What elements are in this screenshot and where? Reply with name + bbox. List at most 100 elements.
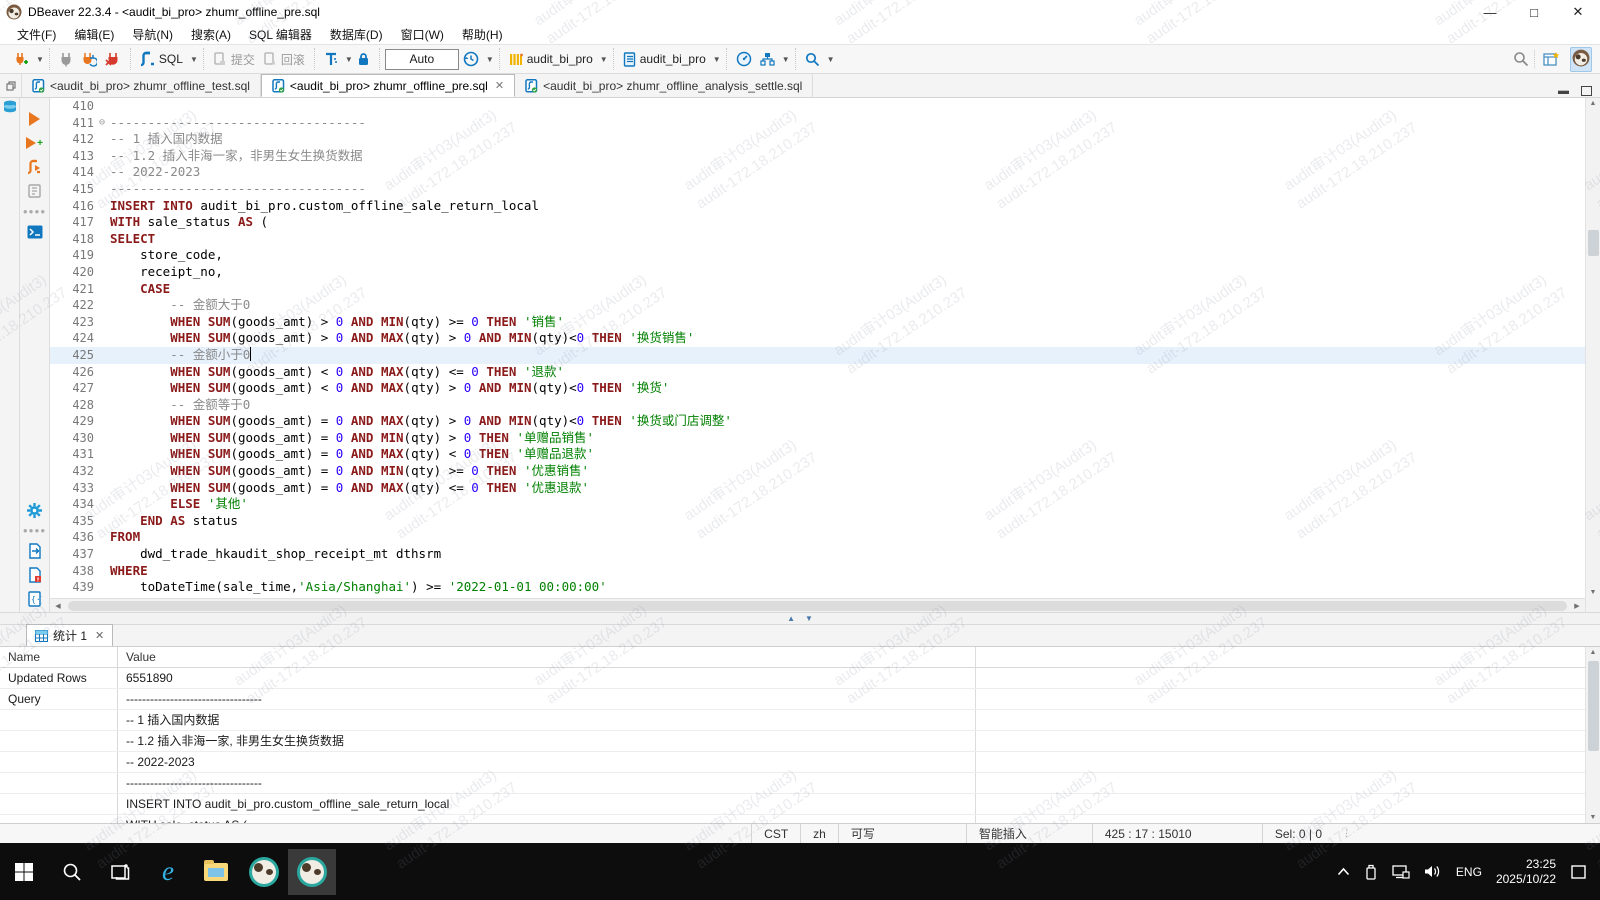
commit-button[interactable]: 提交 — [210, 49, 258, 70]
minimize-editor-icon[interactable]: ▬ — [1558, 85, 1569, 97]
toolbar-grip[interactable]: ●●●● — [23, 207, 46, 216]
database-navigator-icon[interactable] — [2, 100, 18, 114]
tray-chevron-up-icon[interactable] — [1337, 867, 1350, 876]
menu-item-0[interactable]: 文件(F) — [8, 24, 65, 45]
action-center-icon[interactable] — [1570, 864, 1588, 880]
statistics-row-4[interactable]: -- 2022-2023 — [0, 752, 1585, 773]
volume-icon[interactable] — [1424, 864, 1442, 879]
scroll-left-icon[interactable]: ◀ — [50, 602, 66, 610]
new-connection-button[interactable] — [10, 49, 32, 69]
connect-button[interactable] — [56, 50, 76, 69]
active-connection-dropdown-arrow[interactable]: ▼ — [600, 55, 608, 64]
code-line-412[interactable]: 412-- 1 插入国内数据 — [50, 131, 1585, 148]
code-line-431[interactable]: 431 WHEN SUM(goods_amt) = 0 AND MAX(qty)… — [50, 446, 1585, 463]
statistics-row-7[interactable]: WITH sale_status AS ( — [0, 815, 1585, 823]
statistics-row-6[interactable]: INSERT INTO audit_bi_pro.custom_offline_… — [0, 794, 1585, 815]
execute-script-button[interactable] — [20, 156, 49, 178]
internet-explorer-button[interactable]: e — [144, 849, 192, 895]
connection-dropdown-arrow[interactable]: ▼ — [36, 55, 44, 64]
validate-script-button[interactable] — [20, 564, 49, 586]
commit-mode-button[interactable] — [757, 50, 778, 69]
code-line-429[interactable]: 429 WHEN SUM(goods_amt) = 0 AND MAX(qty)… — [50, 413, 1585, 430]
statistics-row-2[interactable]: -- 1 插入国内数据 — [0, 710, 1585, 731]
transaction-log-button[interactable] — [321, 50, 341, 69]
code-line-417[interactable]: 417WITH sale_status AS ( — [50, 214, 1585, 231]
status-language[interactable]: zh — [800, 824, 838, 843]
status-timezone[interactable]: CST — [751, 824, 800, 843]
minimize-window-button[interactable]: — — [1468, 0, 1512, 24]
code-line-416[interactable]: 416INSERT INTO audit_bi_pro.custom_offli… — [50, 198, 1585, 215]
column-header-value[interactable]: Value — [118, 647, 976, 667]
close-statistics-tab-icon[interactable]: ✕ — [95, 629, 104, 642]
sql-editor-dropdown-arrow[interactable]: ▼ — [190, 55, 198, 64]
results-scroll-up-icon[interactable]: ▲ — [1586, 649, 1600, 656]
status-caret-position[interactable]: 425 : 17 : 15010 — [1092, 824, 1262, 843]
editor-results-sash[interactable]: ▲ ▼ — [0, 612, 1600, 625]
toolbar-search-button[interactable] — [802, 50, 823, 69]
code-line-427[interactable]: 427 WHEN SUM(goods_amt) < 0 AND MAX(qty)… — [50, 380, 1585, 397]
export-result-button[interactable] — [20, 540, 49, 562]
history-dropdown-arrow[interactable]: ▼ — [486, 55, 494, 64]
taskbar-search-button[interactable] — [48, 849, 96, 895]
usb-device-icon[interactable] — [1364, 864, 1378, 880]
column-header-name[interactable]: Name — [0, 647, 118, 667]
results-scroll-thumb[interactable] — [1588, 661, 1599, 751]
code-line-428[interactable]: 428 -- 金额等于0 — [50, 397, 1585, 414]
code-line-422[interactable]: 422 -- 金额大于0 — [50, 297, 1585, 314]
taskbar-clock[interactable]: 23:25 2025/10/22 — [1496, 857, 1556, 887]
autocommit-mode-select[interactable]: Auto — [385, 49, 459, 70]
code-line-423[interactable]: 423 WHEN SUM(goods_amt) > 0 AND MIN(qty)… — [50, 314, 1585, 331]
statistics-tab[interactable]: 统计 1 ✕ — [26, 624, 113, 646]
commit-mode-dropdown-arrow[interactable]: ▼ — [782, 55, 790, 64]
disconnect-button[interactable] — [102, 50, 124, 69]
editor-tab-overflow[interactable] — [0, 74, 22, 97]
editor-horizontal-scrollbar[interactable]: ◀ ▶ — [50, 598, 1585, 612]
explain-plan-button[interactable] — [20, 180, 49, 202]
file-explorer-button[interactable] — [192, 849, 240, 895]
editor-tab-0[interactable]: <audit_bi_pro> zhumr_offline_test.sql — [22, 74, 261, 97]
scroll-down-icon[interactable]: ▼ — [1586, 589, 1600, 596]
query-history-button[interactable] — [460, 49, 482, 69]
maximize-editor-icon[interactable] — [1581, 86, 1592, 96]
horizontal-scroll-thumb[interactable] — [68, 601, 1567, 611]
rollback-button[interactable]: 回滚 — [260, 49, 308, 70]
reconnect-button[interactable] — [78, 50, 100, 69]
sql-editor-button[interactable]: SQL — [137, 49, 186, 69]
code-line-415[interactable]: 415---------------------------------- — [50, 181, 1585, 198]
code-line-439[interactable]: 439 toDateTime(sale_time,'Asia/Shanghai'… — [50, 579, 1585, 596]
code-line-411[interactable]: 411⊖---------------------------------- — [50, 115, 1585, 132]
statistics-row-5[interactable]: ---------------------------------- — [0, 773, 1585, 794]
autocommit-lock-button[interactable] — [354, 50, 373, 69]
editor-vertical-scrollbar[interactable]: ▲ ▼ — [1585, 98, 1600, 612]
start-button[interactable] — [0, 849, 48, 895]
menu-item-1[interactable]: 编辑(E) — [65, 24, 123, 45]
fold-collapse-icon[interactable]: ⊖ — [94, 115, 110, 132]
code-line-414[interactable]: 414-- 2022-2023 — [50, 164, 1585, 181]
editor-tab-1[interactable]: <audit_bi_pro> zhumr_offline_pre.sql✕ — [261, 74, 515, 97]
active-schema-dropdown-arrow[interactable]: ▼ — [713, 55, 721, 64]
statistics-row-3[interactable]: -- 1.2 插入非海一家, 非男生女生换货数据 — [0, 731, 1585, 752]
code-line-410[interactable]: 410 — [50, 98, 1585, 115]
menu-item-4[interactable]: SQL 编辑器 — [240, 24, 321, 45]
sash-collapse-down-icon[interactable]: ▼ — [805, 615, 813, 623]
results-vertical-scrollbar[interactable]: ▲ ▼ — [1585, 647, 1600, 823]
open-console-button[interactable] — [20, 221, 49, 243]
toolbar-grip-2[interactable]: ●●●● — [23, 526, 46, 535]
code-line-419[interactable]: 419 store_code, — [50, 247, 1585, 264]
statistics-row-0[interactable]: Updated Rows6551890 — [0, 668, 1585, 689]
code-line-436[interactable]: 436FROM — [50, 529, 1585, 546]
scroll-right-icon[interactable]: ▶ — [1569, 602, 1585, 610]
results-scroll-down-icon[interactable]: ▼ — [1586, 814, 1600, 821]
sql-editor[interactable]: 410411⊖---------------------------------… — [50, 98, 1585, 612]
statistics-row-1[interactable]: Query---------------------------------- — [0, 689, 1585, 710]
quick-access-search-button[interactable] — [1510, 49, 1532, 69]
code-line-433[interactable]: 433 WHEN SUM(goods_amt) = 0 AND MAX(qty)… — [50, 480, 1585, 497]
code-line-434[interactable]: 434 ELSE '其他' — [50, 496, 1585, 513]
code-line-430[interactable]: 430 WHEN SUM(goods_amt) = 0 AND MIN(qty)… — [50, 430, 1585, 447]
code-line-432[interactable]: 432 WHEN SUM(goods_amt) = 0 AND MIN(qty)… — [50, 463, 1585, 480]
sash-collapse-up-icon[interactable]: ▲ — [787, 615, 795, 623]
code-line-437[interactable]: 437 dwd_trade_hkaudit_shop_receipt_mt dt… — [50, 546, 1585, 563]
code-line-413[interactable]: 413-- 1.2 插入非海一家，非男生女生换货数据 — [50, 148, 1585, 165]
code-line-420[interactable]: 420 receipt_no, — [50, 264, 1585, 281]
status-selection[interactable]: Sel: 0 | 0 — [1262, 824, 1334, 843]
